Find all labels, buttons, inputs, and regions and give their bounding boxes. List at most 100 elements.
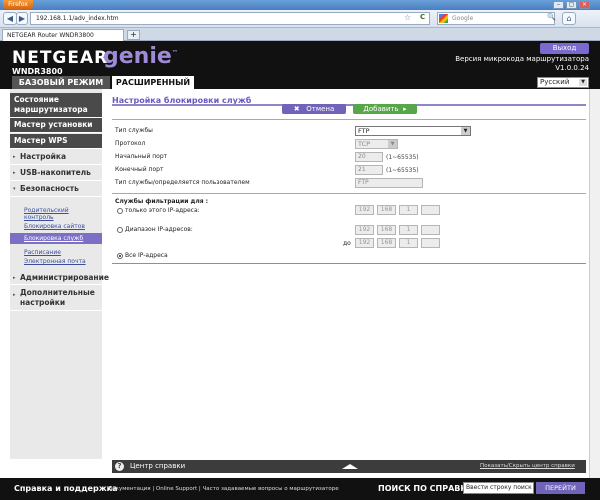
maximize-icon[interactable]: ▢ <box>566 1 577 9</box>
expand-icon: ▸ <box>13 275 16 281</box>
sidebar-item-status[interactable]: Состояние маршрутизатора <box>10 93 102 118</box>
protocol-select[interactable]: TCP ▼ <box>355 139 398 149</box>
home-icon[interactable]: ⌂ <box>562 12 576 25</box>
add-button[interactable]: Добавить ▸ <box>353 104 417 114</box>
service-type-select[interactable]: FTP ▼ <box>355 126 471 136</box>
language-value: Русский <box>540 78 570 86</box>
logout-button[interactable]: Выход <box>540 43 589 54</box>
divider <box>112 119 586 120</box>
start-port-input[interactable]: 20 <box>355 152 383 162</box>
genie-logo: genie™ <box>103 44 178 69</box>
title-divider <box>112 104 586 106</box>
back-icon[interactable]: ◀ <box>3 12 17 25</box>
trademark: ™ <box>171 49 178 57</box>
sidebar-item-advanced-settings[interactable]: ▸ Дополнительные настройки <box>10 287 102 311</box>
sidebar-item-security[interactable]: ▾ Безопасность <box>10 183 102 197</box>
forward-icon[interactable]: ▶ <box>16 12 28 25</box>
end-port-input[interactable]: 21 <box>355 165 383 175</box>
sidebar-item-label: Дополнительные настройки <box>20 288 95 307</box>
add-label: Добавить <box>363 105 399 113</box>
service-type-label: Тип службы <box>115 127 153 134</box>
only-ip-octet-2[interactable]: 168 <box>377 205 396 215</box>
genie-logo-text: genie <box>103 44 172 69</box>
sidebar-link-block-services[interactable]: Блокировка служб <box>24 235 83 242</box>
go-button[interactable]: ПЕРЕЙТИ <box>536 482 585 494</box>
help-center-title[interactable]: Центр справки <box>130 462 185 470</box>
divider <box>112 193 586 194</box>
end-port-label: Конечный порт <box>115 166 164 173</box>
expand-icon: ▸ <box>13 170 16 176</box>
browser-titlebar <box>0 0 600 10</box>
range-ip-label: Диапазон IP-адресов: <box>125 226 193 233</box>
url-input[interactable]: 192.168.1.1/adv_index.htm <box>30 12 430 25</box>
router-model: WNDR3800 <box>12 67 63 76</box>
range-to-octet-3[interactable]: 1 <box>399 238 418 248</box>
sidebar-link-parental[interactable]: Родительский контроль <box>24 207 94 221</box>
range-to-octet-2[interactable]: 168 <box>377 238 396 248</box>
firefox-menu-button[interactable]: Firefox <box>3 0 33 9</box>
new-tab-button[interactable]: + <box>127 30 140 40</box>
start-port-label: Начальный порт <box>115 153 168 160</box>
sidebar-link-email[interactable]: Электронная почта <box>24 258 86 265</box>
sidebar-link-block-sites[interactable]: Блокировка сайтов <box>24 223 85 230</box>
help-icon: ? <box>115 462 124 471</box>
sidebar-item-label: Администрирование <box>20 273 109 282</box>
expand-icon: ▸ <box>13 292 16 298</box>
tab-advanced-mode[interactable]: РАСШИРЕННЫЙ <box>112 76 194 89</box>
support-title: Справка и поддержка <box>14 484 118 493</box>
toggle-help-link[interactable]: Показать/Скрыть центр справки <box>480 463 575 469</box>
cancel-label: Отмена <box>306 105 335 113</box>
sidebar-link-schedule[interactable]: Расписание <box>24 249 61 256</box>
bookmark-star-icon[interactable]: ☆ <box>404 13 411 22</box>
only-ip-octet-3[interactable]: 1 <box>399 205 418 215</box>
range-to-octet-4[interactable] <box>421 238 440 248</box>
footer-links[interactable]: Документация | Online Support | Часто за… <box>108 486 339 492</box>
only-ip-radio[interactable] <box>117 208 123 214</box>
sidebar-item-usb[interactable]: ▸ USB-накопитель <box>10 167 102 181</box>
range-from-octet-2[interactable]: 168 <box>377 225 396 235</box>
user-defined-input[interactable]: FTP <box>355 178 423 188</box>
cancel-button[interactable]: ✖ Отмена <box>282 104 346 114</box>
range-from-octet-3[interactable]: 1 <box>399 225 418 235</box>
sidebar-item-wps-wizard[interactable]: Мастер WPS <box>10 134 102 149</box>
range-ip-radio[interactable] <box>117 227 123 233</box>
sidebar-item-admin[interactable]: ▸ Администрирование <box>10 272 109 285</box>
vertical-scrollbar[interactable] <box>589 89 600 478</box>
section-divider <box>112 263 586 264</box>
google-icon <box>439 14 448 23</box>
browser-tab[interactable]: NETGEAR Router WNDR3800 <box>2 29 124 41</box>
expand-icon: ▸ <box>13 154 16 160</box>
minimize-icon[interactable]: – <box>553 1 564 9</box>
only-ip-octet-1[interactable]: 192 <box>355 205 374 215</box>
range-to-octet-1[interactable]: 192 <box>355 238 374 248</box>
protocol-value: TCP <box>358 140 371 148</box>
language-select[interactable]: Русский ▼ <box>537 77 589 88</box>
sidebar-item-setup-wizard[interactable]: Мастер установки <box>10 118 102 133</box>
chevron-down-icon: ▼ <box>388 140 397 148</box>
chevron-down-icon: ▼ <box>461 127 470 135</box>
search-icon[interactable]: 🔍 <box>547 13 556 21</box>
browser-tabbar: NETGEAR Router WNDR3800 + <box>0 28 600 41</box>
all-ip-label: Все IP-адреса <box>125 252 168 259</box>
netgear-logo: NETGEAR <box>12 48 109 68</box>
sidebar-item-label: Настройка <box>20 152 67 161</box>
help-search-label: ПОИСК ПО СПРАВКЕ <box>378 484 473 493</box>
reload-icon[interactable]: C <box>420 13 425 21</box>
only-ip-octet-4[interactable] <box>421 205 440 215</box>
all-ip-radio[interactable] <box>117 253 123 259</box>
add-icon: ▸ <box>403 105 407 113</box>
filter-title: Службы фильтрации для : <box>115 198 209 205</box>
close-window-icon[interactable]: × <box>579 1 590 9</box>
cancel-icon: ✖ <box>293 105 300 113</box>
expand-up-icon[interactable] <box>342 464 358 469</box>
range-from-octet-4[interactable] <box>421 225 440 235</box>
sidebar-item-label: USB-накопитель <box>20 168 91 177</box>
help-search-input[interactable]: Ввести строку поиск <box>463 482 534 494</box>
browser-search-input[interactable]: Google <box>437 12 555 25</box>
service-type-value: FTP <box>358 127 370 135</box>
firmware-version: V1.0.0.24 <box>555 64 589 72</box>
tab-basic-mode[interactable]: БАЗОВЫЙ РЕЖИМ <box>12 76 110 89</box>
range-from-octet-1[interactable]: 192 <box>355 225 374 235</box>
range-to-label: до <box>343 240 351 247</box>
sidebar-item-settings[interactable]: ▸ Настройка <box>10 151 102 165</box>
